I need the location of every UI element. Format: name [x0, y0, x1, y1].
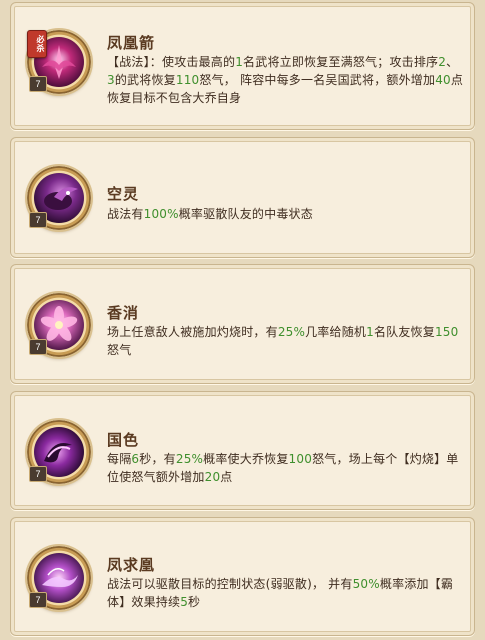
skill-description: 场上任意敌人被施加灼烧时，有25%几率给随机1名队友恢复150 怒气 [107, 323, 465, 359]
description-text: 恢复目标不包含大乔自身 [107, 91, 242, 105]
highlight-value: 1 [235, 55, 244, 69]
skill-card[interactable]: 7 凤求凰 战法可以驱散目标的控制状态(弱驱散)， 并有50%概率添加【霸体】效… [10, 517, 475, 636]
highlight-value: 25% [175, 452, 204, 466]
description-text: 秒 [188, 595, 201, 609]
description-text: 的武将恢复 [114, 73, 176, 87]
description-text: 怒气 [107, 343, 132, 357]
highlight-value: 2 [438, 55, 447, 69]
skill-icon-frame: 7 [27, 420, 91, 484]
skill-icon-frame: 7 [27, 293, 91, 357]
skill-title: 国色 [107, 431, 140, 449]
skill-card[interactable]: 7 香消 场上任意敌人被施加灼烧时，有25%几率给随机1名队友恢复150 怒气 [10, 264, 475, 384]
ultimate-badge: 必杀 [27, 30, 47, 58]
skill-card[interactable]: 7 国色 每隔6秒，有25%概率使大乔恢复100怒气，场上每个【灼烧】单位使怒气… [10, 391, 475, 510]
description-text: 战法有 [107, 207, 144, 221]
skill-description: 战法可以驱散目标的控制状态(弱驱散)， 并有50%概率添加【霸体】效果持续5秒 [107, 575, 465, 611]
skill-list: 7 必杀 凤凰箭 【战法】：使攻击最高的1名武将立即恢复至满怒气；攻击排序2、3… [0, 0, 485, 640]
skill-level: 7 [29, 76, 47, 92]
highlight-value: 1 [366, 325, 374, 339]
description-text: 怒气， 阵容中每多一名吴国武将，额外增加 [199, 73, 436, 87]
description-text: 名队友恢复 [373, 325, 435, 339]
skill-icon-frame: 7 [27, 546, 91, 610]
description-text: 【战法】：使攻击最高的 [107, 55, 236, 69]
skill-icon-frame: 7 [27, 166, 91, 230]
description-text: 概率使大乔恢复 [203, 452, 289, 466]
skill-card[interactable]: 7 必杀 凤凰箭 【战法】：使攻击最高的1名武将立即恢复至满怒气；攻击排序2、 3… [10, 2, 475, 130]
highlight-value: 20 [204, 470, 221, 484]
highlight-value: 100% [143, 207, 179, 221]
description-text: 每隔 [107, 452, 132, 466]
skill-description: 每隔6秒，有25%概率使大乔恢复100怒气，场上每个【灼烧】单位使怒气额外增加2… [107, 450, 465, 486]
highlight-value: 25% [277, 325, 306, 339]
highlight-value: 100 [288, 452, 313, 466]
description-text: 几率给随机 [305, 325, 367, 339]
description-text: 、 [446, 55, 459, 69]
skill-description: 【战法】：使攻击最高的1名武将立即恢复至满怒气；攻击排序2、 3的武将恢复110怒… [107, 53, 465, 107]
description-text: 名武将立即恢复至满怒气；攻击排序 [243, 55, 439, 69]
skill-title: 凤凰箭 [107, 34, 156, 52]
skill-title: 香消 [107, 304, 140, 322]
highlight-value: 110 [175, 73, 200, 87]
description-text: 点 [220, 470, 233, 484]
skill-title: 凤求凰 [107, 556, 156, 574]
highlight-value: 3 [107, 73, 115, 87]
description-text: 概率驱散队友的中毒状态 [178, 207, 313, 221]
highlight-value: 150 [434, 325, 459, 339]
skill-description: 战法有100%概率驱散队友的中毒状态 [107, 205, 465, 223]
highlight-value: 5 [180, 595, 189, 609]
highlight-value: 50% [352, 577, 380, 591]
skill-level: 7 [29, 212, 47, 228]
skill-title: 空灵 [107, 185, 140, 203]
description-text: 秒，有 [139, 452, 176, 466]
skill-level: 7 [29, 339, 47, 355]
highlight-value: 40 [435, 73, 451, 87]
description-text: 点 [450, 73, 464, 87]
description-text: 战法可以驱散目标的控制状态(弱驱散)， 并有 [107, 577, 353, 591]
skill-level: 7 [29, 466, 47, 482]
skill-level: 7 [29, 592, 47, 608]
description-text: 场上任意敌人被施加灼烧时，有 [107, 325, 278, 339]
skill-card[interactable]: 7 空灵 战法有100%概率驱散队友的中毒状态 [10, 137, 475, 258]
